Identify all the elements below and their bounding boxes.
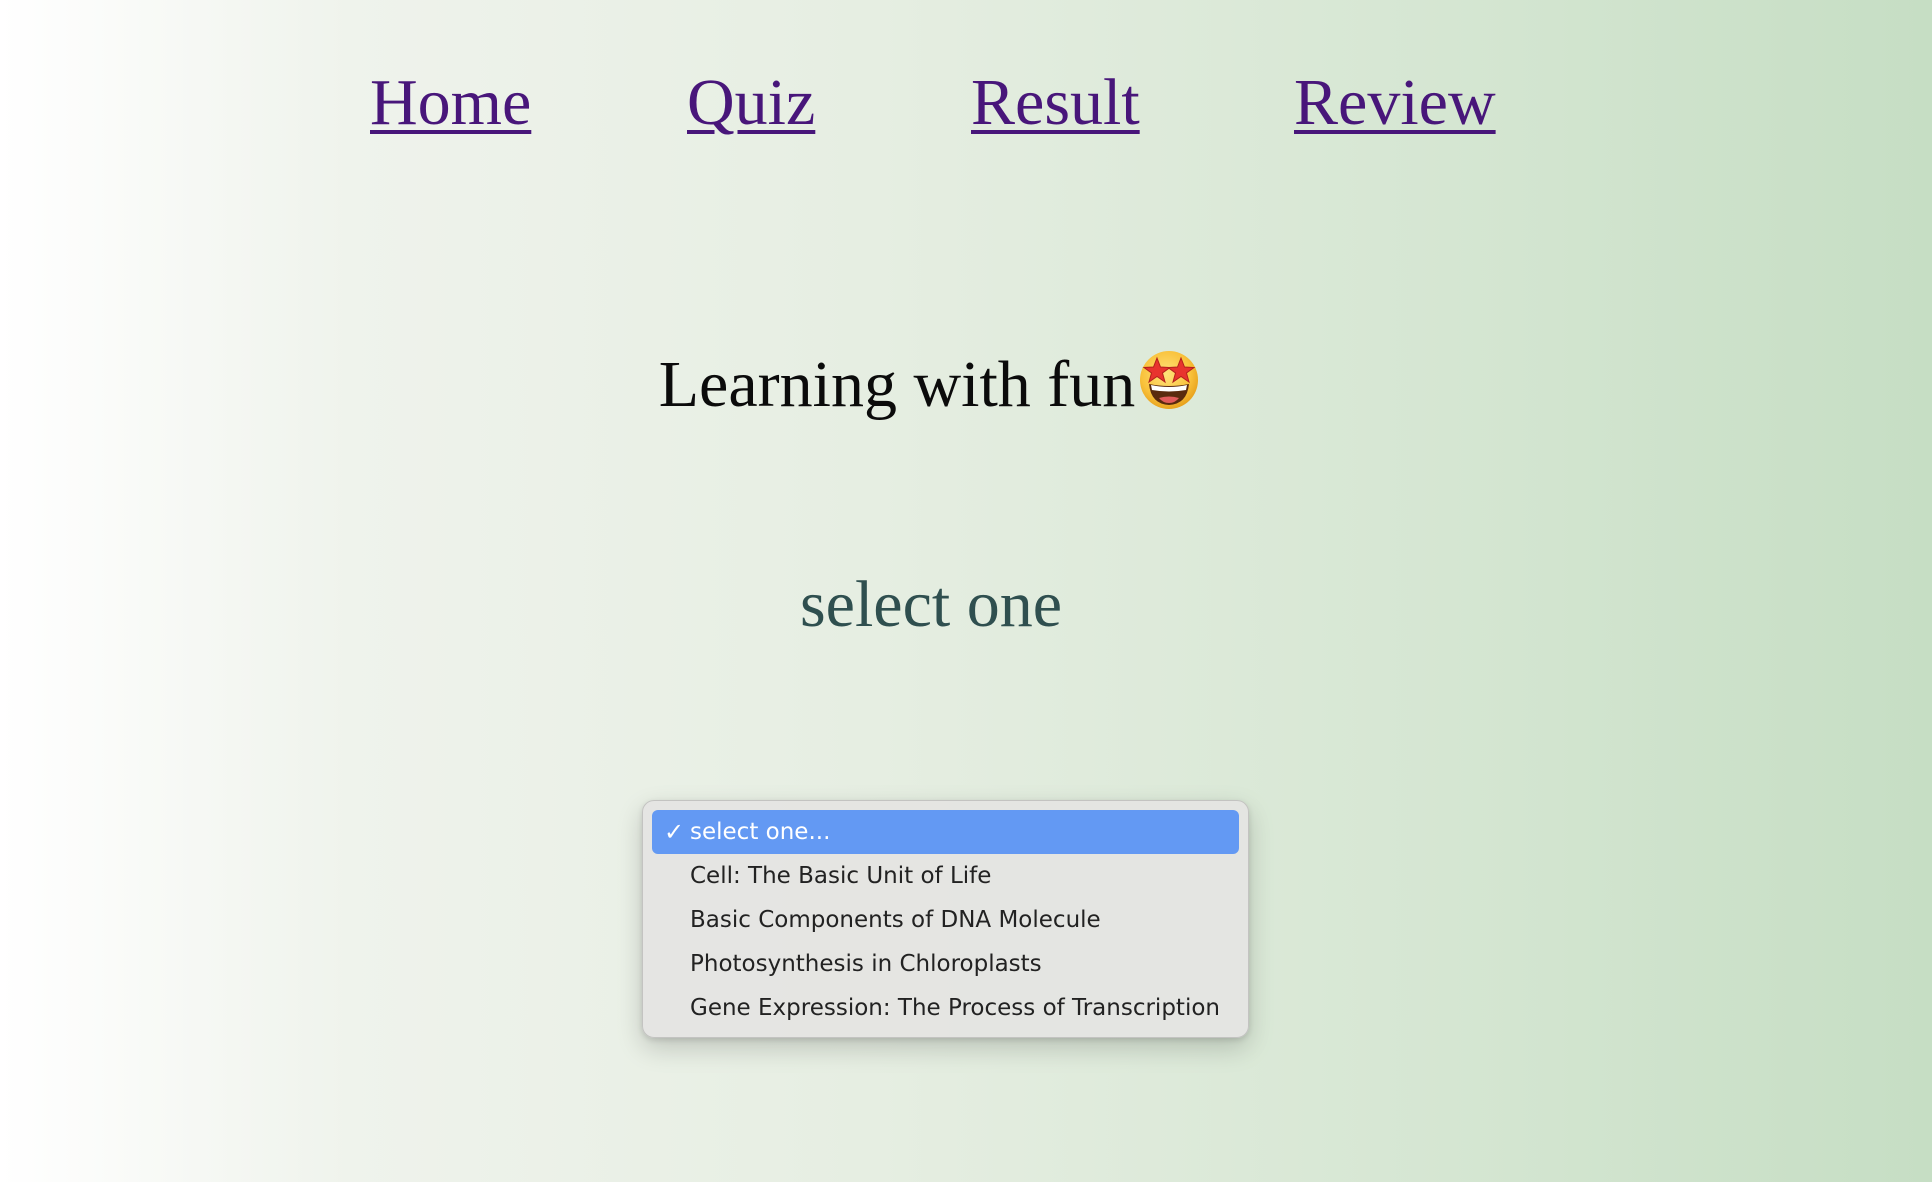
nav-link-result[interactable]: Result — [971, 62, 1140, 144]
option-label: Basic Components of DNA Molecule — [690, 907, 1101, 933]
option-label: Cell: The Basic Unit of Life — [690, 863, 992, 889]
select-option-gene-expression[interactable]: Gene Expression: The Process of Transcri… — [652, 986, 1239, 1030]
option-label: Gene Expression: The Process of Transcri… — [690, 995, 1220, 1021]
star-struck-emoji-icon — [1140, 351, 1199, 409]
option-label: Photosynthesis in Chloroplasts — [690, 951, 1042, 977]
page-title-text: Learning with fun — [658, 348, 1136, 421]
checkmark-icon: ✓ — [663, 818, 685, 846]
nav-link-quiz[interactable]: Quiz — [687, 62, 815, 144]
select-option-cell[interactable]: Cell: The Basic Unit of Life — [652, 854, 1239, 898]
nav-link-review[interactable]: Review — [1294, 62, 1496, 144]
select-option-photosynthesis[interactable]: Photosynthesis in Chloroplasts — [652, 942, 1239, 986]
top-nav: Home Quiz Result Review — [0, 62, 1932, 152]
select-prompt: select one — [799, 568, 1063, 641]
topic-select-dropdown[interactable]: ✓ select one... Cell: The Basic Unit of … — [642, 800, 1249, 1038]
select-option-placeholder[interactable]: ✓ select one... — [652, 810, 1239, 854]
select-option-dna[interactable]: Basic Components of DNA Molecule — [652, 898, 1239, 942]
page-title: Learning with fun — [0, 340, 1860, 430]
nav-link-home[interactable]: Home — [370, 62, 531, 144]
option-label: select one... — [690, 819, 831, 845]
